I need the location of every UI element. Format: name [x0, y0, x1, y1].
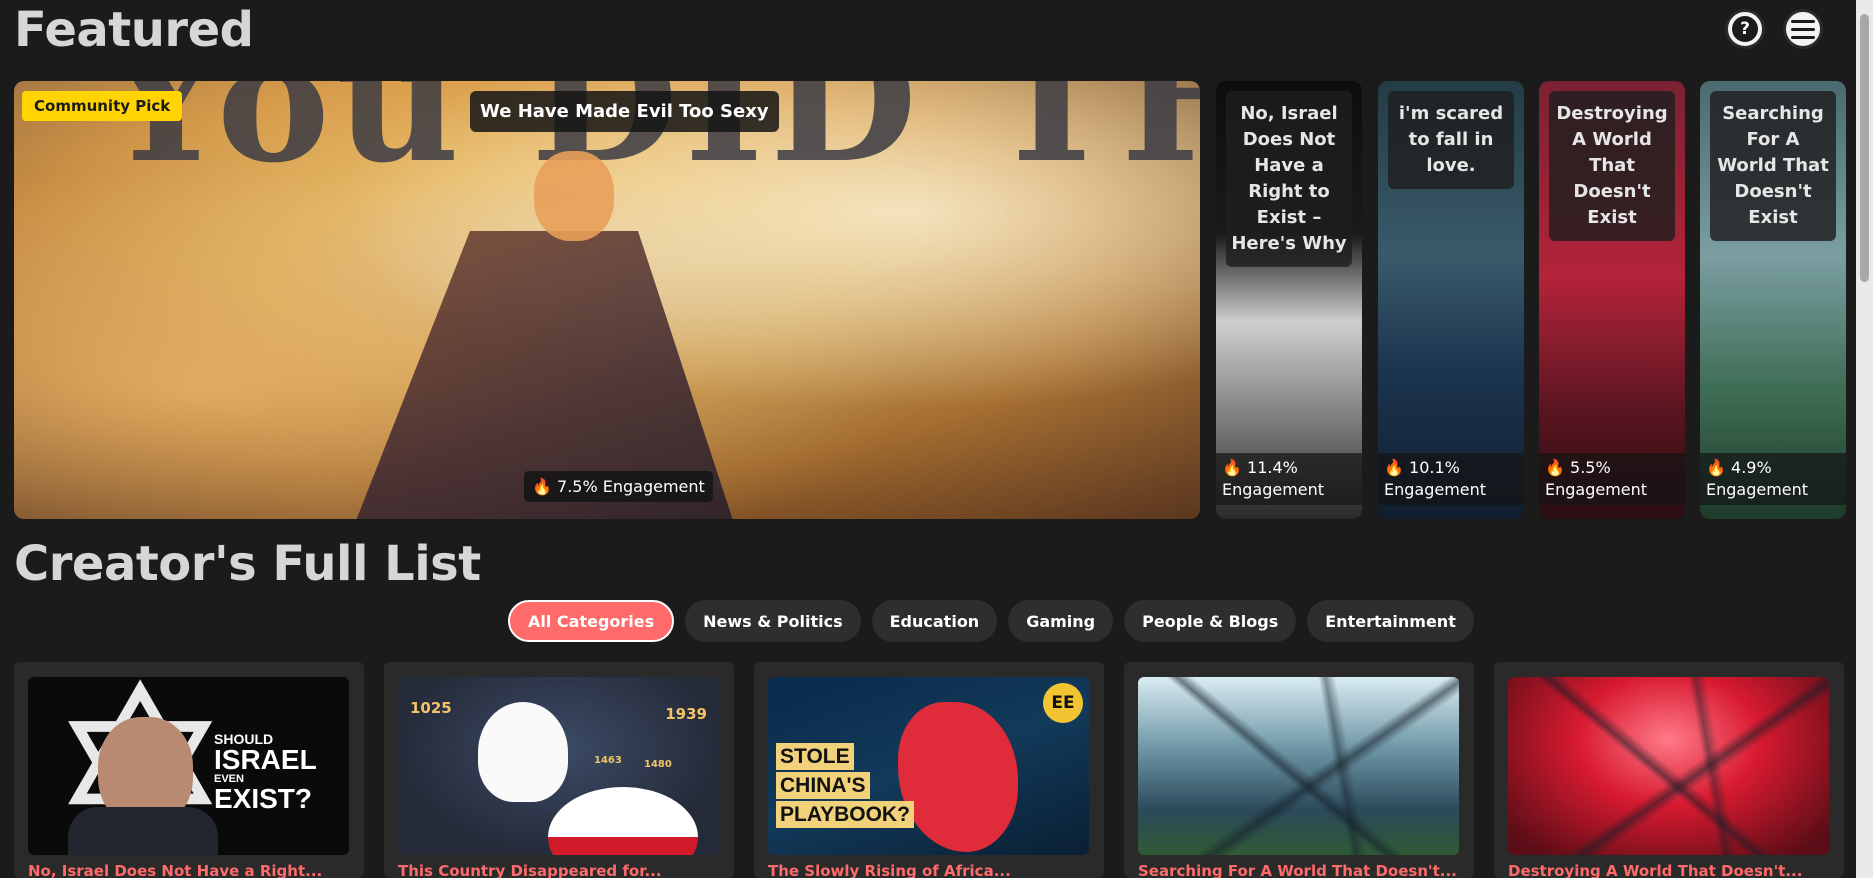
- video-title: The Slowly Rising of Africa...: [768, 862, 1011, 878]
- side-card-title: Destroying A World That Doesn't Exist: [1549, 91, 1675, 241]
- tab-gaming[interactable]: Gaming: [1008, 600, 1114, 642]
- tab-people-blogs[interactable]: People & Blogs: [1124, 600, 1297, 642]
- creator-video-card[interactable]: Searching For A World That Doesn't...: [1124, 662, 1474, 878]
- hero-engagement: 🔥 7.5% Engagement: [524, 471, 713, 502]
- video-title: Searching For A World That Doesn't...: [1138, 862, 1457, 878]
- video-title: Destroying A World That Doesn't...: [1508, 862, 1803, 878]
- video-title: This Country Disappeared for...: [398, 862, 662, 878]
- side-card-engagement-value: 11.4%: [1247, 458, 1298, 477]
- hamburger-menu-icon: [1791, 19, 1815, 39]
- featured-side-card[interactable]: Searching For A World That Doesn't Exist…: [1700, 81, 1846, 519]
- side-card-engagement: 🔥 11.4% Engagement: [1216, 453, 1362, 505]
- flame-icon: 🔥: [1706, 458, 1726, 477]
- hero-figure-head: [534, 151, 614, 241]
- creator-video-card[interactable]: 1025 1939 1463 1480 This Country Disappe…: [384, 662, 734, 878]
- hero-engagement-text: 7.5% Engagement: [557, 477, 705, 496]
- thumb-map: [898, 702, 1018, 852]
- video-thumbnail: STOLE CHINA'S PLAYBOOK? EE: [768, 677, 1089, 855]
- side-card-engagement: 🔥 4.9% Engagement: [1700, 453, 1846, 505]
- tab-all-categories[interactable]: All Categories: [508, 600, 675, 642]
- thumbnail-year: 1463: [594, 755, 622, 766]
- featured-side-card[interactable]: i'm scared to fall in love. 🔥 10.1% Enga…: [1378, 81, 1524, 519]
- thumb-suit: [68, 807, 218, 855]
- side-card-engagement: 🔥 5.5% Engagement: [1539, 453, 1685, 505]
- thumbnail-text: ISRAEL: [214, 744, 317, 775]
- side-card-title: i'm scared to fall in love.: [1388, 91, 1514, 189]
- side-card-engagement-value: 5.5%: [1570, 458, 1611, 477]
- creators-list-title: Creator's Full List: [14, 536, 481, 592]
- thumb-roots: [1508, 677, 1829, 855]
- flame-icon: 🔥: [1384, 458, 1404, 477]
- tab-education[interactable]: Education: [871, 600, 998, 642]
- video-thumbnail: 1025 1939 1463 1480: [398, 677, 719, 855]
- community-pick-badge: Community Pick: [22, 91, 183, 121]
- side-card-engagement-value: 4.9%: [1731, 458, 1772, 477]
- page-scrollbar[interactable]: [1856, 0, 1873, 878]
- thumbnail-year: 1480: [644, 759, 672, 770]
- featured-side-card[interactable]: No, Israel Does Not Have a Right to Exis…: [1216, 81, 1362, 519]
- creator-video-card[interactable]: ✡ SHOULD ISRAEL EVEN EXIST? No, Israel D…: [14, 662, 364, 878]
- side-card-engagement-label: Engagement: [1545, 480, 1648, 499]
- video-thumbnail: [1138, 677, 1459, 855]
- video-thumbnail: [1508, 677, 1829, 855]
- channel-logo-badge: EE: [1043, 683, 1083, 723]
- flame-icon: 🔥: [532, 477, 552, 496]
- side-card-engagement-label: Engagement: [1706, 480, 1809, 499]
- tab-entertainment[interactable]: Entertainment: [1307, 600, 1474, 642]
- tab-news-politics[interactable]: News & Politics: [685, 600, 861, 642]
- flame-icon: 🔥: [1222, 458, 1242, 477]
- side-card-engagement: 🔥 10.1% Engagement: [1378, 453, 1524, 505]
- thumbnail-text: STOLE: [776, 743, 854, 770]
- thumb-countryball: [548, 787, 698, 855]
- thumbnail-text: CHINA'S: [776, 772, 870, 799]
- side-card-title: Searching For A World That Doesn't Exist: [1710, 91, 1836, 241]
- thumbnail-text: PLAYBOOK?: [776, 801, 914, 828]
- flame-icon: 🔥: [1545, 458, 1565, 477]
- thumbnail-text: EXIST?: [214, 783, 313, 814]
- scrollbar-thumb[interactable]: [1860, 14, 1869, 282]
- thumb-ghost: [478, 702, 568, 802]
- help-button[interactable]: ?: [1725, 9, 1765, 49]
- creator-video-card[interactable]: STOLE CHINA'S PLAYBOOK? EE The Slowly Ri…: [754, 662, 1104, 878]
- thumbnail-year: 1939: [665, 705, 707, 723]
- category-tabs: All Categories News & Politics Education…: [508, 600, 1474, 642]
- creator-video-card[interactable]: Destroying A World That Doesn't...: [1494, 662, 1844, 878]
- hero-title: We Have Made Evil Too Sexy: [470, 91, 779, 132]
- side-card-engagement-label: Engagement: [1222, 480, 1325, 499]
- thumbnail-caption: SHOULD ISRAEL EVEN EXIST?: [214, 732, 317, 813]
- page: Featured ? You DID THIS Community Pick W…: [0, 0, 1873, 878]
- menu-button[interactable]: [1783, 9, 1823, 49]
- hero-featured-card[interactable]: You DID THIS Community Pick We Have Made…: [14, 81, 1200, 519]
- top-icons: ?: [1725, 9, 1823, 49]
- video-thumbnail: ✡ SHOULD ISRAEL EVEN EXIST?: [28, 677, 349, 855]
- thumb-roots: [1138, 677, 1459, 855]
- featured-title: Featured: [14, 2, 254, 58]
- thumbnail-year: 1025: [410, 699, 452, 717]
- side-card-title: No, Israel Does Not Have a Right to Exis…: [1226, 91, 1352, 267]
- question-icon: ?: [1732, 16, 1758, 42]
- side-card-engagement-label: Engagement: [1384, 480, 1487, 499]
- video-title: No, Israel Does Not Have a Right...: [28, 862, 323, 878]
- side-card-engagement-value: 10.1%: [1409, 458, 1460, 477]
- thumbnail-caption: STOLE CHINA'S PLAYBOOK?: [776, 743, 914, 830]
- featured-side-card[interactable]: Destroying A World That Doesn't Exist 🔥 …: [1539, 81, 1685, 519]
